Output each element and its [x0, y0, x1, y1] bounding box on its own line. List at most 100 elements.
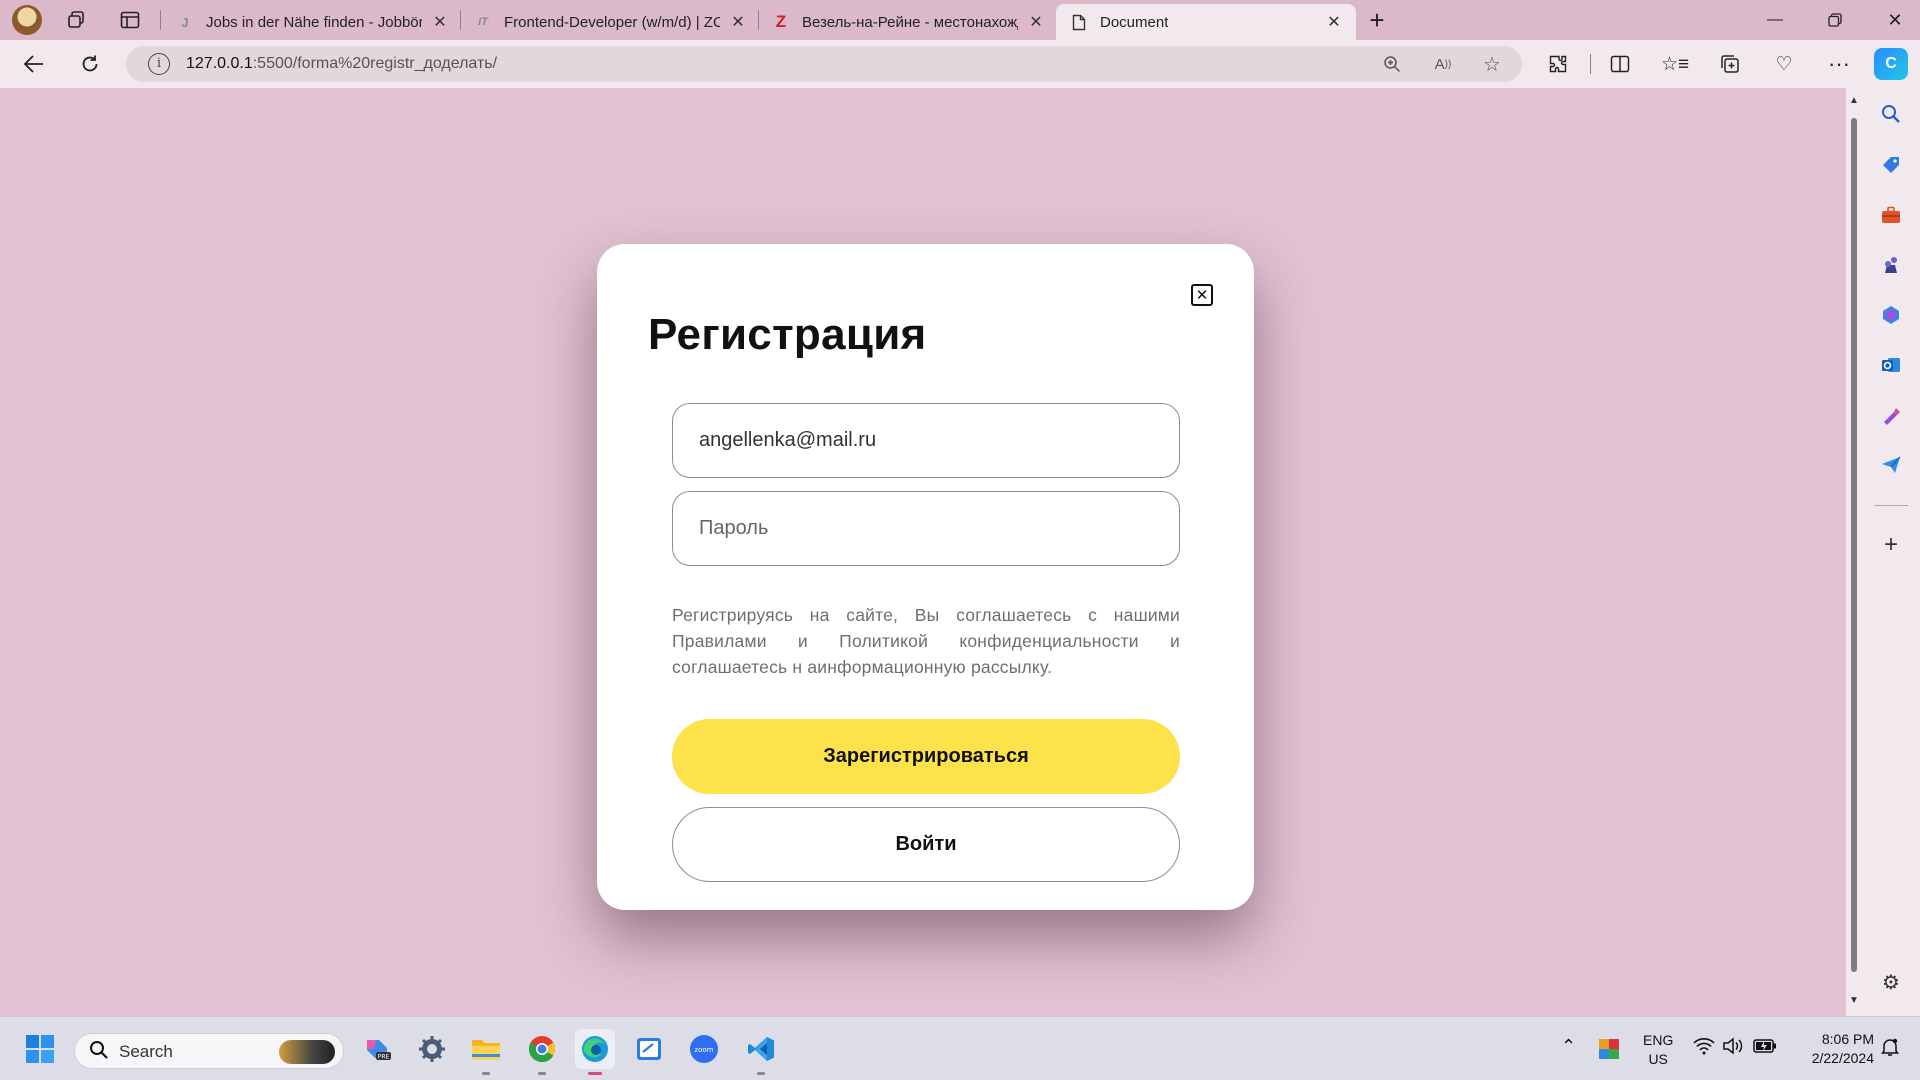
tab-label: Jobs in der Nähe finden - Jobbör	[206, 13, 422, 31]
scroll-down-icon[interactable]: ▼	[1849, 996, 1859, 1006]
keyboard-region: US	[1648, 1051, 1668, 1067]
tab-document[interactable]: Document ✕	[1056, 4, 1356, 40]
svg-text:zoom: zoom	[694, 1046, 713, 1054]
notifications-bell-icon[interactable]	[1880, 1037, 1900, 1062]
battery-icon[interactable]	[1753, 1038, 1777, 1059]
taskbar-search-label: Search	[119, 1042, 173, 1061]
tab-close-icon[interactable]: ✕	[1322, 10, 1346, 34]
chrome-icon[interactable]	[522, 1029, 562, 1075]
tab-jobboerse[interactable]: J Jobs in der Nähe finden - Jobbör ✕	[162, 4, 462, 40]
add-sidebar-app-icon[interactable]: +	[1875, 529, 1907, 561]
password-field[interactable]	[672, 491, 1180, 566]
workspaces-icon[interactable]	[60, 4, 92, 36]
toolbar-separator	[1590, 54, 1591, 74]
new-tab-icon[interactable]: +	[1361, 4, 1393, 36]
clock[interactable]: 8:06 PM 2/22/2024	[1790, 1030, 1874, 1068]
copilot-preview-icon[interactable]: PRE	[357, 1029, 397, 1069]
tab-label: Document	[1100, 13, 1169, 31]
tab-close-icon[interactable]: ✕	[428, 10, 452, 34]
document-favicon-icon	[1070, 13, 1088, 31]
tab-label: Везель-на-Рейне - местонахожд	[802, 13, 1018, 31]
edge-sidebar: + ⚙	[1862, 88, 1920, 1016]
whiteboard-icon[interactable]	[629, 1029, 669, 1069]
profile-avatar[interactable]	[12, 5, 42, 35]
running-indicator	[482, 1072, 490, 1075]
back-icon[interactable]	[16, 48, 52, 80]
extensions-icon[interactable]	[1541, 48, 1575, 80]
search-highlight-image	[279, 1040, 335, 1064]
tab-label: Frontend-Developer (w/m/d) | ZC	[504, 13, 720, 31]
settings-gear-icon[interactable]	[412, 1029, 452, 1069]
volume-icon[interactable]	[1722, 1037, 1744, 1060]
register-button[interactable]: Зарегистрироваться	[672, 719, 1180, 794]
tab-separator	[160, 10, 161, 30]
minimize-icon[interactable]: —	[1745, 0, 1805, 40]
zoom-icon[interactable]	[1378, 50, 1406, 78]
file-explorer-icon[interactable]	[466, 1029, 506, 1075]
z-favicon-icon: Z	[775, 12, 787, 31]
split-screen-icon[interactable]	[1603, 48, 1637, 80]
copilot-icon[interactable]: C	[1874, 48, 1908, 80]
login-button[interactable]: Войти	[672, 807, 1180, 882]
windows-start-icon[interactable]	[20, 1029, 60, 1069]
windows-taskbar: Search PRE zoom ⌃ ENG US 8:06 PM 2/22/20…	[0, 1016, 1920, 1080]
it-favicon-icon: IT	[478, 16, 488, 28]
jobboerse-favicon-icon: J	[181, 14, 189, 30]
sidebar-settings-gear-icon[interactable]: ⚙	[1875, 966, 1907, 998]
more-options-icon[interactable]: ···	[1822, 48, 1856, 80]
modal-title: Регистрация	[648, 310, 927, 359]
svg-text:PRE: PRE	[378, 1054, 390, 1061]
scrollbar-thumb[interactable]	[1851, 118, 1857, 972]
clock-date: 2/22/2024	[1811, 1050, 1874, 1066]
tab-wesel[interactable]: Z Везель-на-Рейне - местонахожд ✕	[758, 4, 1058, 40]
running-indicator	[538, 1072, 546, 1075]
url-path: :5500/forma%20registr_доделать/	[252, 55, 498, 72]
taskbar-search-box[interactable]: Search	[74, 1033, 344, 1069]
edge-taskbar-icon[interactable]	[575, 1029, 615, 1075]
tab-close-icon[interactable]: ✕	[726, 10, 750, 34]
tab-frontend-developer[interactable]: IT Frontend-Developer (w/m/d) | ZC ✕	[460, 4, 760, 40]
vscode-icon[interactable]	[741, 1029, 781, 1075]
browser-toolbar: i 127.0.0.1:5500/forma%20registr_доделат…	[0, 40, 1920, 88]
show-hidden-icons-chevron-icon[interactable]: ⌃	[1561, 1037, 1576, 1056]
registration-modal: ✕ Регистрация Регистрируясь на сайте, Вы…	[597, 244, 1254, 910]
browser-essentials-icon[interactable]: ♡	[1767, 48, 1801, 80]
read-aloud-icon[interactable]: A))	[1429, 50, 1457, 78]
language-code: ENG	[1643, 1032, 1674, 1048]
url-text[interactable]: 127.0.0.1:5500/forma%20registr_доделать/	[186, 55, 497, 73]
consent-text: Регистрируясь на сайте, Вы соглашаетесь …	[672, 605, 1180, 677]
wifi-icon[interactable]	[1693, 1037, 1715, 1059]
address-bar[interactable]: i 127.0.0.1:5500/forma%20registr_доделат…	[126, 46, 1522, 82]
page-scrollbar[interactable]: ▲ ▼	[1846, 88, 1862, 1016]
email-field[interactable]	[672, 403, 1180, 478]
zoom-app-icon[interactable]: zoom	[684, 1029, 724, 1069]
window-close-icon[interactable]: ✕	[1865, 0, 1920, 40]
modal-close-icon[interactable]: ✕	[1191, 284, 1213, 306]
designer-icon[interactable]	[1875, 399, 1907, 431]
url-host: 127.0.0.1	[186, 55, 253, 72]
site-info-icon[interactable]: i	[148, 53, 170, 75]
collections-icon[interactable]	[1713, 48, 1747, 80]
running-indicator	[757, 1072, 765, 1075]
shopping-tag-icon[interactable]	[1875, 149, 1907, 181]
scroll-up-icon[interactable]: ▲	[1849, 96, 1859, 106]
color-app-tray-icon[interactable]	[1591, 1031, 1627, 1067]
favorite-star-icon[interactable]: ☆	[1478, 50, 1506, 78]
running-indicator	[588, 1072, 602, 1075]
sidebar-separator	[1874, 505, 1908, 506]
tools-briefcase-icon[interactable]	[1875, 199, 1907, 231]
tab-close-icon[interactable]: ✕	[1024, 10, 1048, 34]
favorites-icon[interactable]: ☆≡	[1658, 48, 1692, 80]
search-magnifier-icon	[89, 1040, 109, 1066]
games-icon[interactable]	[1875, 249, 1907, 281]
refresh-icon[interactable]	[72, 48, 108, 80]
restore-icon[interactable]	[1805, 0, 1865, 40]
search-icon[interactable]	[1875, 98, 1907, 130]
outlook-icon[interactable]	[1875, 349, 1907, 381]
clock-time: 8:06 PM	[1821, 1031, 1874, 1047]
drop-send-icon[interactable]	[1875, 449, 1907, 481]
language-indicator[interactable]: ENG US	[1643, 1031, 1673, 1069]
vertical-tabs-icon[interactable]	[114, 4, 146, 36]
microsoft-365-icon[interactable]	[1875, 299, 1907, 331]
browser-tab-strip: J Jobs in der Nähe finden - Jobbör ✕ IT …	[0, 0, 1920, 40]
